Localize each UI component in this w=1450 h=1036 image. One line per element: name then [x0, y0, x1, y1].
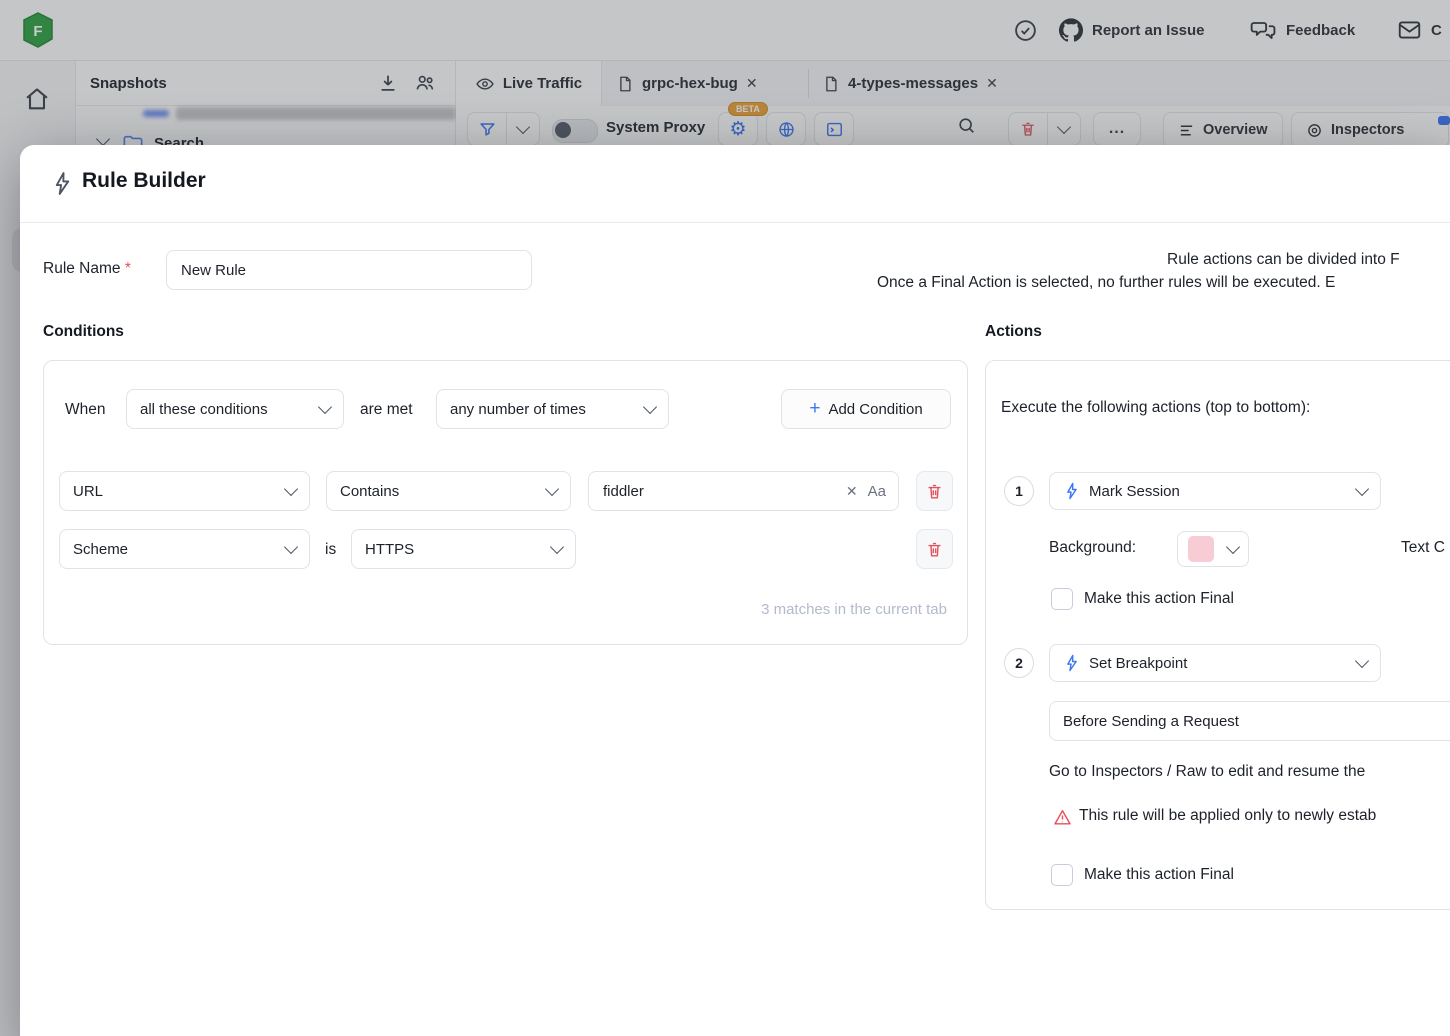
clear-value-icon[interactable]: ✕ — [846, 483, 858, 500]
rule-info-line2: Once a Final Action is selected, no furt… — [877, 274, 1335, 292]
add-condition-button[interactable]: + Add Condition — [781, 389, 951, 429]
action1-index-badge: 1 — [1004, 476, 1034, 506]
chevron-down-icon — [284, 539, 298, 553]
are-met-label: are met — [360, 401, 413, 419]
chevron-down-icon — [550, 539, 564, 553]
actions-panel: Execute the following actions (top to bo… — [985, 360, 1450, 910]
modal-header-divider — [20, 222, 1450, 223]
required-asterisk: * — [125, 260, 131, 277]
chevron-down-icon — [284, 481, 298, 495]
breakpoint-phase-dropdown[interactable]: Before Sending a Request — [1049, 701, 1450, 741]
modal-title: Rule Builder — [82, 169, 206, 193]
match-type-value: all these conditions — [140, 401, 268, 418]
chevron-down-icon — [1355, 481, 1369, 495]
match-type-dropdown[interactable]: all these conditions — [126, 389, 344, 429]
action1-final-label: Make this action Final — [1084, 590, 1234, 608]
condition1-field-value: URL — [73, 483, 103, 500]
action2-type-value: Set Breakpoint — [1089, 655, 1349, 672]
conditions-section-label: Conditions — [43, 323, 124, 341]
action1-type-dropdown[interactable]: Mark Session — [1049, 472, 1381, 510]
background-label: Background: — [1049, 539, 1136, 557]
action1-type-value: Mark Session — [1089, 483, 1349, 500]
rule-name-label: Rule Name * — [43, 260, 131, 278]
action2-final-checkbox[interactable] — [1051, 864, 1073, 886]
matches-count-text: 3 matches in the current tab — [761, 601, 947, 618]
text-color-label: Text C — [1401, 539, 1445, 557]
actions-section-label: Actions — [985, 323, 1042, 341]
condition2-field-dropdown[interactable]: Scheme — [59, 529, 310, 569]
action2-index-badge: 2 — [1004, 648, 1034, 678]
condition1-field-dropdown[interactable]: URL — [59, 471, 310, 511]
action2-type-dropdown[interactable]: Set Breakpoint — [1049, 644, 1381, 682]
when-label: When — [65, 401, 106, 419]
condition1-value-field[interactable]: ✕ Aa — [588, 471, 899, 511]
frequency-value: any number of times — [450, 401, 586, 418]
execute-actions-label: Execute the following actions (top to bo… — [1001, 399, 1310, 417]
add-condition-label: Add Condition — [828, 401, 922, 418]
condition2-joiner-label: is — [325, 541, 336, 559]
condition1-delete-button[interactable] — [916, 471, 953, 511]
chevron-down-icon — [1355, 653, 1369, 667]
condition2-value: HTTPS — [365, 541, 414, 558]
rule-builder-lightning-icon — [50, 171, 75, 196]
condition1-operator-value: Contains — [340, 483, 399, 500]
background-color-dropdown[interactable] — [1177, 531, 1249, 567]
breakpoint-warning-text: This rule will be applied only to newly … — [1079, 807, 1376, 825]
conditions-panel: When all these conditions are met any nu… — [43, 360, 968, 645]
condition2-field-value: Scheme — [73, 541, 128, 558]
rule-name-field[interactable] — [166, 250, 532, 290]
warning-icon — [1053, 808, 1072, 827]
condition2-delete-button[interactable] — [916, 529, 953, 569]
color-swatch — [1188, 536, 1214, 562]
lightning-icon — [1063, 654, 1081, 672]
chevron-down-icon — [318, 399, 332, 413]
app-window: F Report an Issue Feedback — [0, 0, 1450, 1036]
condition1-operator-dropdown[interactable]: Contains — [326, 471, 571, 511]
chevron-down-icon — [1226, 539, 1240, 553]
breakpoint-phase-value: Before Sending a Request — [1063, 713, 1239, 730]
breakpoint-hint-text: Go to Inspectors / Raw to edit and resum… — [1049, 763, 1365, 781]
lightning-icon — [1063, 482, 1081, 500]
case-sensitive-toggle[interactable]: Aa — [868, 483, 886, 500]
trash-icon — [925, 482, 944, 501]
rule-builder-modal: Rule Builder Rule Name * Rule actions ca… — [20, 145, 1450, 1036]
action1-final-checkbox[interactable] — [1051, 588, 1073, 610]
plus-icon: + — [809, 399, 820, 418]
action2-final-label: Make this action Final — [1084, 866, 1234, 884]
rule-name-input[interactable] — [179, 261, 519, 280]
condition2-value-dropdown[interactable]: HTTPS — [351, 529, 576, 569]
chevron-down-icon — [545, 481, 559, 495]
rule-info-line1: Rule actions can be divided into F — [1167, 251, 1400, 269]
trash-icon — [925, 540, 944, 559]
condition1-value-input[interactable] — [601, 482, 836, 501]
chevron-down-icon — [643, 399, 657, 413]
frequency-dropdown[interactable]: any number of times — [436, 389, 669, 429]
